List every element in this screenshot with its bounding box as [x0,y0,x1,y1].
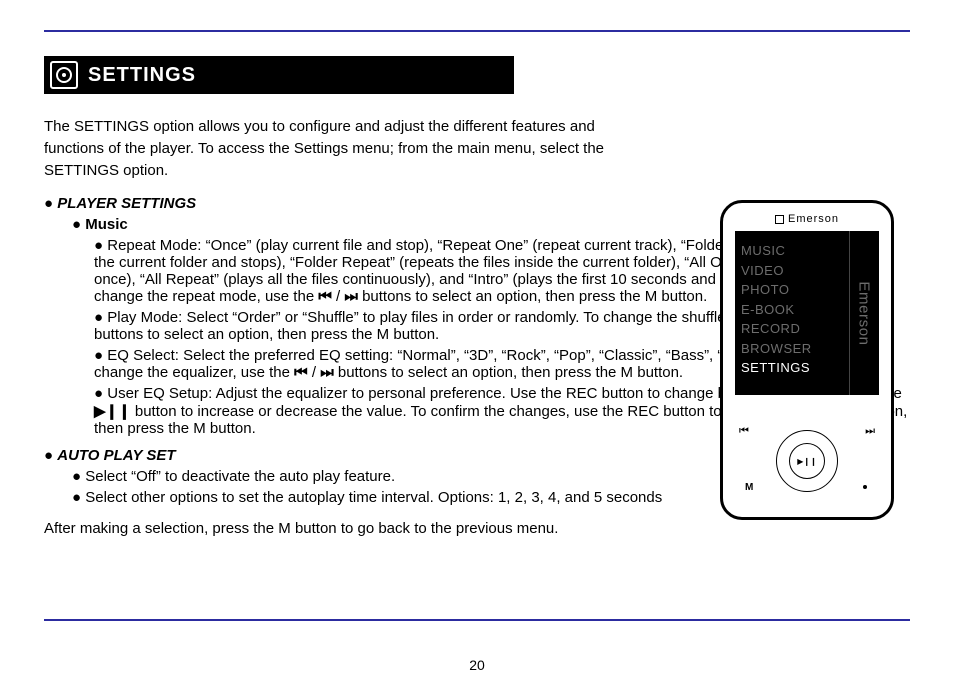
menu-item: VIDEO [741,261,843,281]
menu-item: PHOTO [741,280,843,300]
menu-item: MUSIC [741,241,843,261]
device-wheel: ▶❙❙ [776,430,838,492]
device-next-icon: ⏭ [865,425,875,438]
device-play-button: ▶❙❙ [789,443,825,479]
divider-top [44,30,910,32]
device-illustration: Emerson MUSIC VIDEO PHOTO E-BOOK RECORD … [720,200,894,520]
device-rec-button [863,485,867,489]
device-m-button: M [745,482,753,493]
device-screen: MUSIC VIDEO PHOTO E-BOOK RECORD BROWSER … [735,231,879,395]
menu-item: BROWSER [741,339,843,359]
settings-icon [50,61,78,89]
closing-note: After making a selection, press the M bu… [44,520,910,537]
heading-text: SETTINGS [88,64,196,87]
divider-bottom [44,619,910,621]
menu-item: E-BOOK [741,300,843,320]
device-prev-icon: ⏮ [739,425,749,438]
prev-icon: ⏮ [294,364,308,381]
menu-item: RECORD [741,319,843,339]
section-heading: SETTINGS [44,56,514,94]
device-side-brand: Emerson [849,231,879,395]
device-brand: Emerson [735,213,879,225]
page-number: 20 [0,657,954,673]
intro-paragraph: The SETTINGS option allows you to config… [44,116,634,181]
menu-item-selected: SETTINGS [741,358,843,378]
next-icon: ⏭ [344,288,358,305]
playpause-icon: ▶❙❙ [94,403,131,420]
next-icon: ⏭ [320,364,334,381]
prev-icon: ⏮ [318,288,332,305]
